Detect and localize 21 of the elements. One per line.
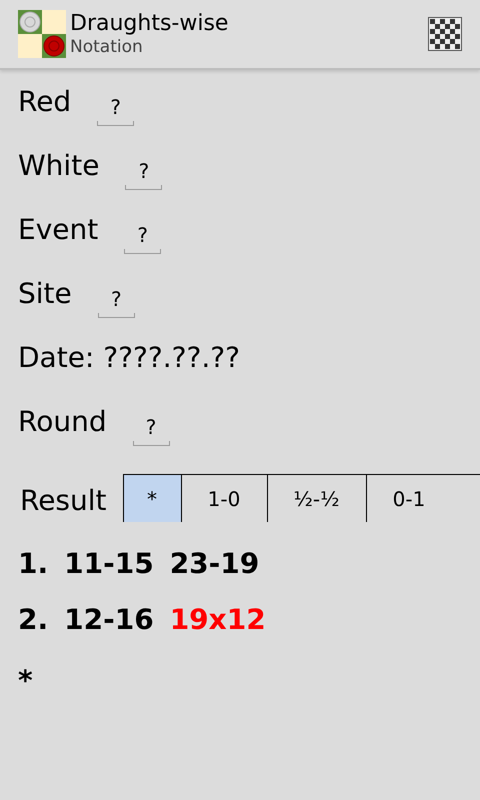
game-result-text: * xyxy=(17,663,34,699)
screen-subtitle: Notation xyxy=(70,37,144,57)
result-option[interactable]: 1-0 xyxy=(180,475,267,522)
app-logo-icon xyxy=(18,10,66,58)
move-text[interactable]: 11-15 xyxy=(64,543,154,585)
move-number: 1. xyxy=(18,546,48,582)
field-label: Round xyxy=(18,404,107,440)
result-option[interactable]: * xyxy=(122,475,181,522)
result-label: Result xyxy=(19,483,108,519)
board-icon[interactable] xyxy=(428,17,462,51)
date-text: Date: ????.??.?? xyxy=(18,340,240,376)
result-option[interactable]: ½-½ xyxy=(266,475,366,522)
field-label: Red xyxy=(18,84,72,120)
result-option[interactable]: 0-1 xyxy=(366,475,452,522)
move-text[interactable]: 23-19 xyxy=(170,543,260,585)
move-number: 2. xyxy=(18,602,48,638)
field-label: White xyxy=(18,148,100,184)
field-label: Site xyxy=(18,276,72,312)
app-title: Draughts-wise xyxy=(70,11,230,37)
move-text[interactable]: 12-16 xyxy=(64,599,154,641)
field-label: Event xyxy=(18,212,98,248)
